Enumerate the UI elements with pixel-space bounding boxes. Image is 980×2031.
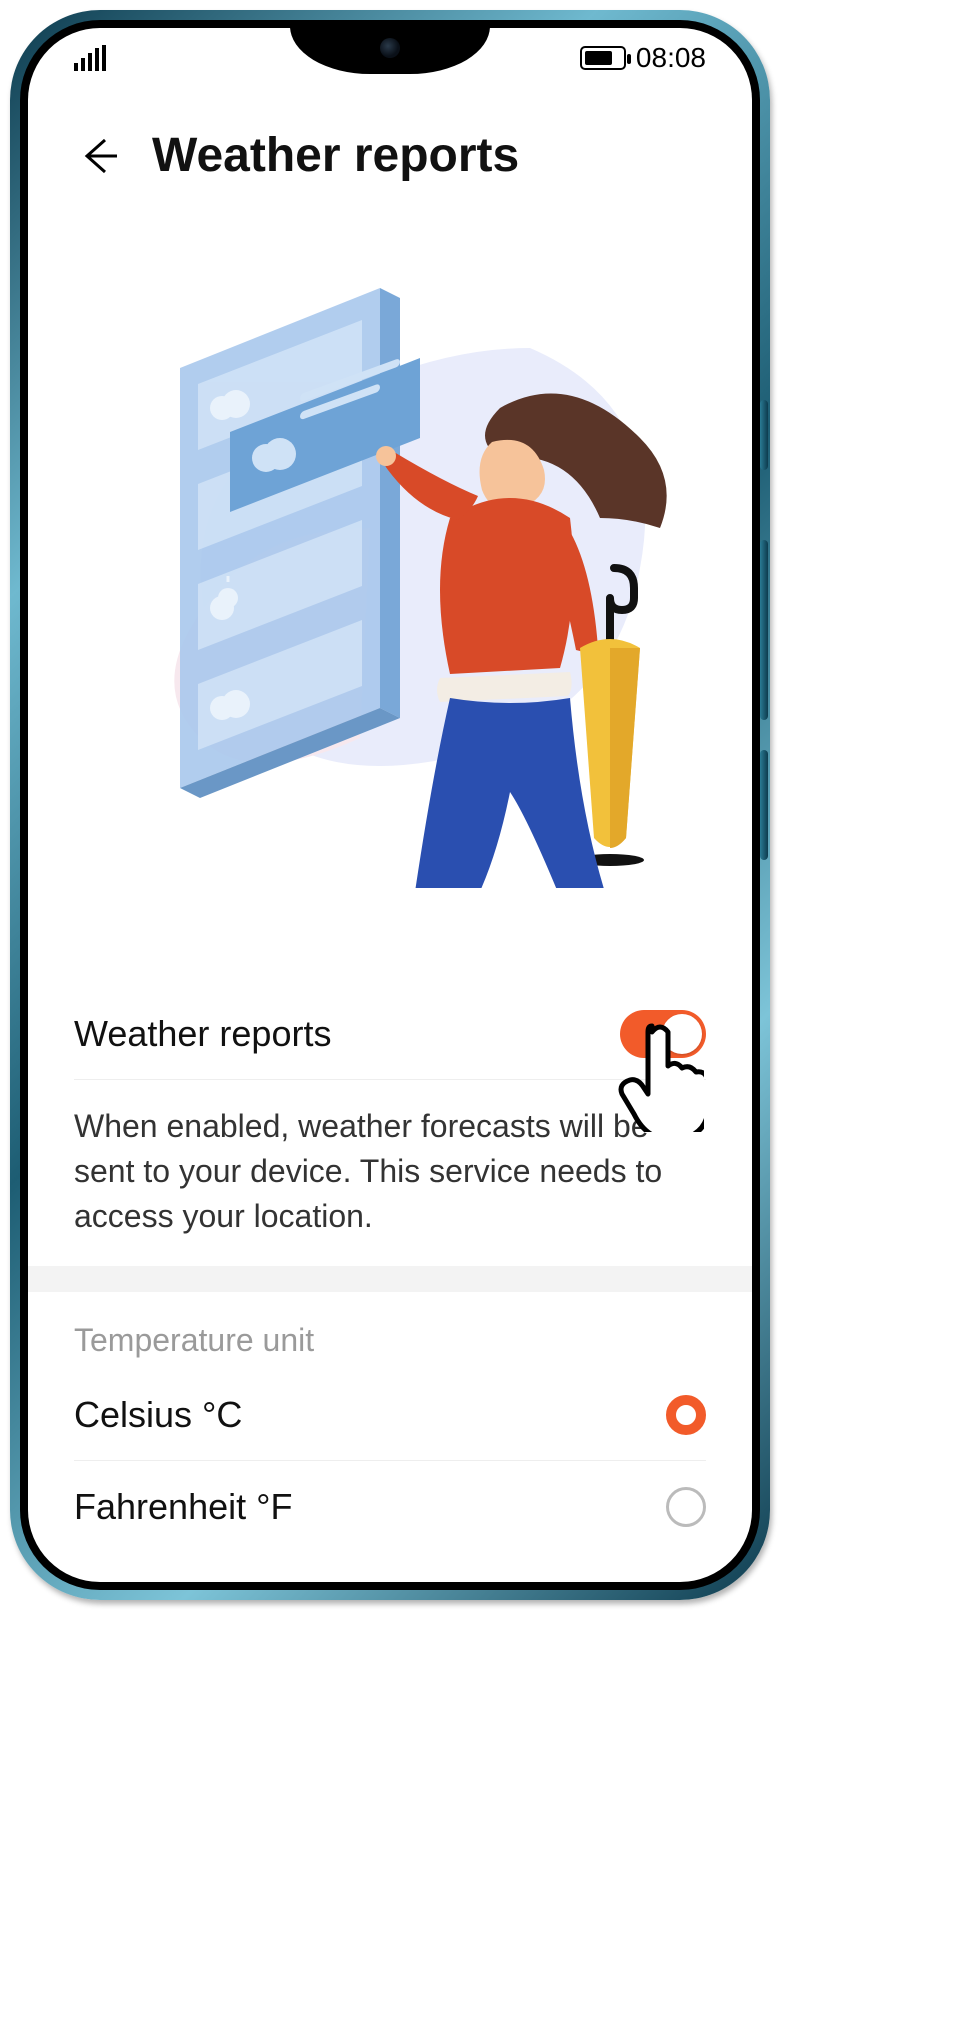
- toggle-knob: [662, 1014, 702, 1054]
- option-label: Fahrenheit °F: [74, 1486, 293, 1528]
- section-separator: [28, 1266, 752, 1292]
- battery-icon: [580, 46, 626, 70]
- page-title: Weather reports: [152, 128, 519, 183]
- radio-unselected-icon[interactable]: [666, 1487, 706, 1527]
- temperature-unit-section-title: Temperature unit: [74, 1292, 706, 1369]
- status-bar: 08:08: [28, 28, 752, 88]
- arrow-left-icon: [77, 134, 121, 178]
- temperature-option-celsius[interactable]: Celsius °C: [74, 1369, 706, 1461]
- weather-reports-description: When enabled, weather forecasts will be …: [74, 1080, 706, 1266]
- weather-reports-row[interactable]: Weather reports: [74, 988, 706, 1080]
- back-button[interactable]: [74, 131, 124, 181]
- temperature-option-fahrenheit[interactable]: Fahrenheit °F: [74, 1461, 706, 1553]
- weather-reports-toggle[interactable]: [620, 1010, 706, 1058]
- radio-selected-icon[interactable]: [666, 1395, 706, 1435]
- weather-reports-label: Weather reports: [74, 1013, 331, 1055]
- option-label: Celsius °C: [74, 1394, 242, 1436]
- signal-icon: [74, 45, 106, 71]
- weather-illustration: [110, 268, 670, 888]
- phone-screen: 08:08 Weather reports: [28, 28, 752, 1582]
- status-time: 08:08: [636, 42, 706, 74]
